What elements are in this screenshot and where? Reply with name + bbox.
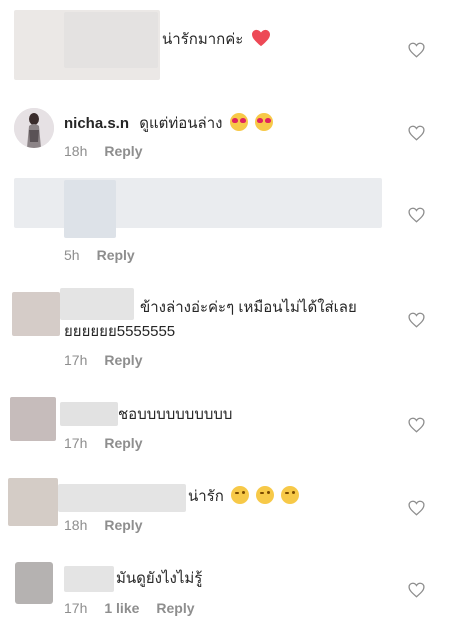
like-heart-icon[interactable] [408, 417, 425, 433]
winking-face-emoji [281, 486, 300, 504]
username-redacted [64, 566, 114, 592]
avatar-photo-icon [14, 108, 54, 148]
comment-text: น่ารักมากค่ะ [162, 29, 271, 50]
reply-button[interactable]: Reply [104, 352, 142, 368]
avatar-redacted[interactable] [8, 478, 58, 526]
timestamp: 5h [64, 247, 80, 263]
like-heart-icon[interactable] [408, 500, 425, 516]
avatar-redacted[interactable] [12, 292, 60, 336]
comment-text: nicha.s.n ดูแต่ท่อนล่าง [64, 113, 273, 134]
like-heart-icon[interactable] [408, 582, 425, 598]
reply-button[interactable]: Reply [104, 143, 142, 159]
avatar-redacted[interactable] [10, 397, 56, 441]
comment-text: ชอบบบบบบบบบบ [118, 406, 233, 423]
red-heart-emoji [252, 29, 271, 47]
winking-face-emoji [231, 486, 249, 504]
timestamp: 17h [64, 435, 88, 451]
comment-meta: 18h Reply [64, 517, 142, 533]
avatar-redacted[interactable] [15, 562, 53, 604]
username-redacted [58, 484, 186, 512]
like-heart-icon[interactable] [408, 125, 425, 141]
username-redacted [60, 402, 118, 426]
winking-face-emoji [256, 486, 275, 504]
heart-eyes-emoji [254, 113, 273, 131]
timestamp: 17h [64, 352, 88, 368]
comment-text: น่ารัก [188, 486, 300, 507]
timestamp: 17h [64, 600, 88, 616]
comment-text-line2: ยยยยยย5555555 [64, 323, 176, 340]
reply-button[interactable]: Reply [104, 517, 142, 533]
comment-text-line1: ข้างล่างอ่ะค่ะๆ เหมือนไม่ได้ใส่เลย [140, 299, 357, 316]
like-heart-icon[interactable] [408, 42, 425, 58]
timestamp: 18h [64, 143, 88, 159]
comment-meta: 18h Reply [64, 143, 142, 159]
comment-text: มันดูยังไงไม่รู้ [116, 570, 203, 587]
comment-meta: 5h Reply [64, 247, 135, 263]
comment-meta: 17h Reply [64, 352, 142, 368]
like-heart-icon[interactable] [408, 207, 425, 223]
reply-button[interactable]: Reply [156, 600, 194, 616]
reply-button[interactable]: Reply [97, 247, 135, 263]
username-redacted [60, 288, 134, 320]
like-heart-icon[interactable] [408, 312, 425, 328]
reply-button[interactable]: Reply [104, 435, 142, 451]
comment-meta: 17h Reply [64, 435, 142, 451]
username-redacted [64, 180, 116, 238]
avatar[interactable] [14, 108, 54, 148]
comment-body: น่ารัก [188, 488, 224, 505]
heart-eyes-emoji [229, 113, 248, 131]
timestamp: 18h [64, 517, 88, 533]
comment-body: น่ารักมากค่ะ [162, 31, 244, 48]
comment-meta: 17h 1 like Reply [64, 600, 195, 616]
likes-count[interactable]: 1 like [104, 600, 139, 616]
username[interactable]: nicha.s.n [64, 115, 129, 132]
username-redacted [64, 12, 158, 68]
comment-body: ดูแต่ท่อนล่าง [139, 115, 223, 132]
